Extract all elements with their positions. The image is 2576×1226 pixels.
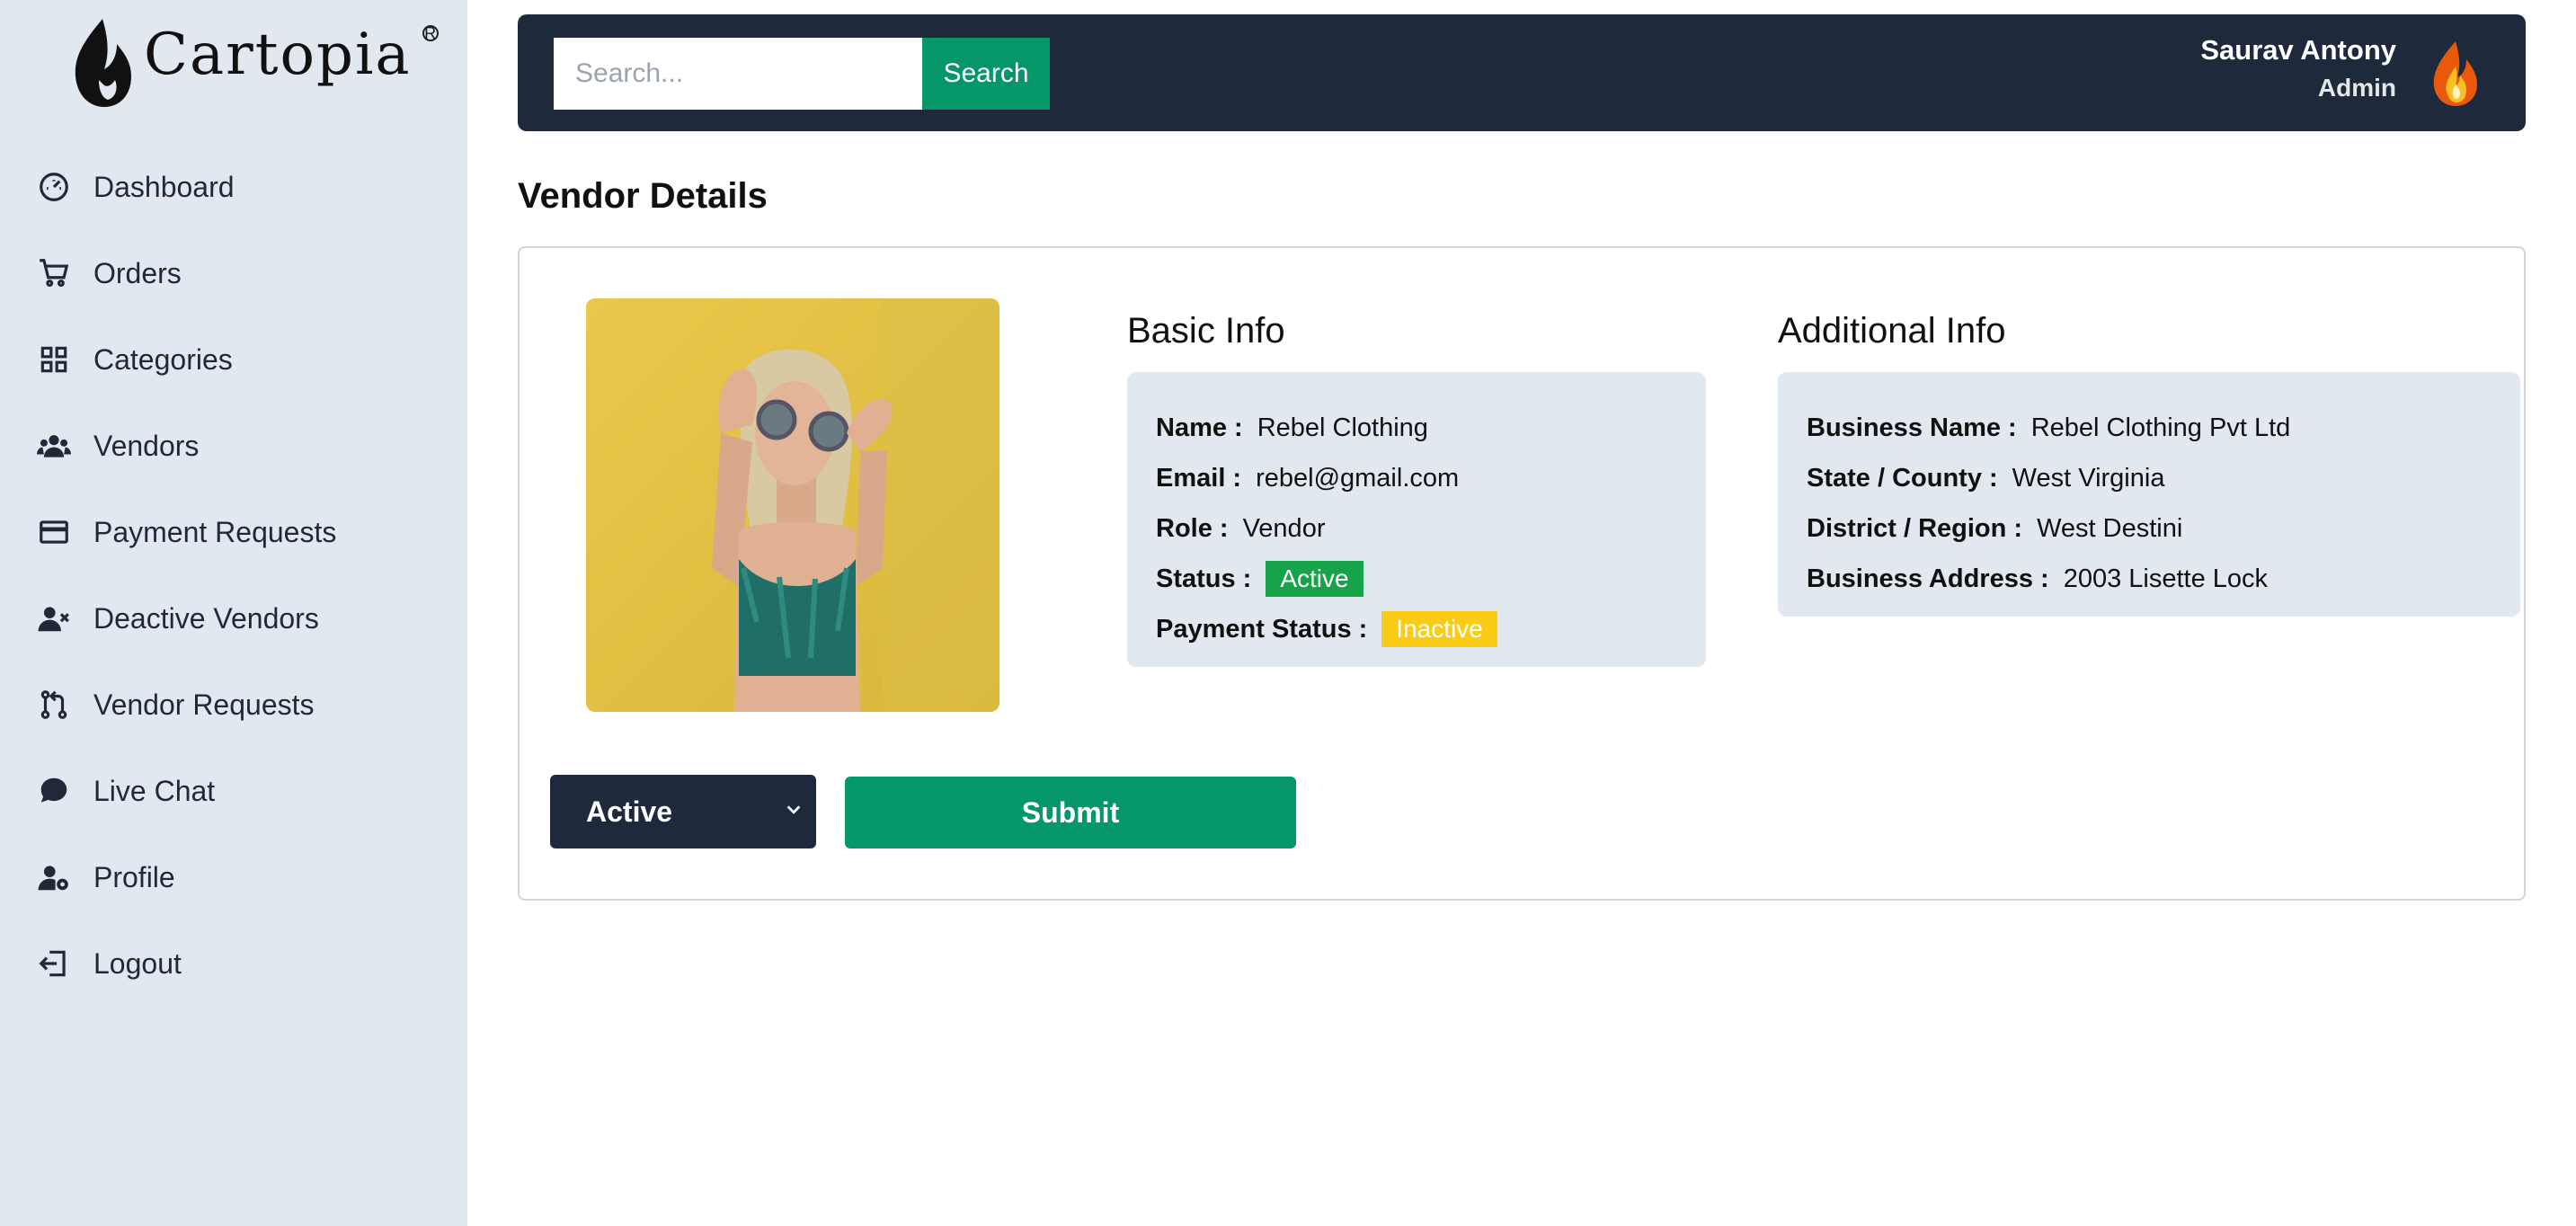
role-value: Vendor	[1242, 513, 1326, 543]
vendor-photo	[586, 298, 999, 712]
business-name-value: Rebel Clothing Pvt Ltd	[2030, 413, 2291, 442]
info-row-business-name: Business Name : Rebel Clothing Pvt Ltd	[1807, 403, 2492, 453]
additional-info-box: Business Name : Rebel Clothing Pvt Ltd S…	[1778, 372, 2520, 617]
sidebar-item-label: Logout	[93, 946, 182, 980]
search-input[interactable]	[554, 38, 922, 110]
search-button[interactable]: Search	[922, 38, 1050, 110]
gauge-icon	[36, 169, 72, 205]
status-select[interactable]: Active	[550, 775, 816, 848]
user-info: Saurav Antony Admin	[2200, 34, 2396, 102]
info-row-district: District / Region : West Destini	[1807, 503, 2492, 554]
name-label: Name :	[1156, 413, 1243, 442]
status-badge: Active	[1266, 561, 1364, 597]
info-row-status: Status : Active	[1156, 554, 1677, 604]
chevron-down-icon	[786, 805, 801, 814]
sidebar: Cartopia R Dashboard Orders Categories V…	[0, 0, 467, 1226]
sidebar-item-deactive-vendors[interactable]: Deactive Vendors	[0, 575, 467, 662]
page-title: Vendor Details	[518, 176, 768, 216]
git-pull-request-icon	[36, 687, 72, 723]
registered-mark: R	[422, 24, 439, 42]
flame-logo-icon	[75, 19, 131, 107]
info-row-email: Email : rebel@gmail.com	[1156, 453, 1677, 503]
vendor-card: Basic Info Name : Rebel Clothing Email :…	[518, 246, 2526, 901]
email-value: rebel@gmail.com	[1256, 463, 1460, 493]
sidebar-item-label: Payment Requests	[93, 515, 337, 548]
sidebar-item-vendor-requests[interactable]: Vendor Requests	[0, 662, 467, 748]
app-logo[interactable]: Cartopia R	[68, 16, 439, 111]
sidebar-item-payment-requests[interactable]: Payment Requests	[0, 489, 467, 575]
user-gear-icon	[36, 859, 72, 895]
user-name: Saurav Antony	[2200, 34, 2396, 66]
additional-info-title: Additional Info	[1778, 311, 2006, 351]
info-row-name: Name : Rebel Clothing	[1156, 403, 1677, 453]
sidebar-item-label: Deactive Vendors	[93, 601, 319, 635]
basic-info-box: Name : Rebel Clothing Email : rebel@gmai…	[1127, 372, 1706, 667]
email-label: Email :	[1156, 463, 1242, 493]
address-label: Business Address :	[1807, 564, 2049, 593]
sidebar-item-label: Profile	[93, 860, 175, 893]
payment-status-badge: Inactive	[1381, 611, 1497, 647]
sidebar-item-profile[interactable]: Profile	[0, 834, 467, 920]
info-row-payment-status: Payment Status : Inactive	[1156, 604, 1677, 654]
address-value: 2003 Lisette Lock	[2063, 564, 2269, 593]
submit-button[interactable]: Submit	[845, 777, 1296, 848]
sidebar-item-label: Categories	[93, 342, 233, 376]
sidebar-item-label: Dashboard	[93, 170, 235, 203]
basic-info-title: Basic Info	[1127, 311, 1285, 351]
app-name: Cartopia	[144, 22, 412, 88]
user-role: Admin	[2317, 74, 2396, 102]
info-row-address: Business Address : 2003 Lisette Lock	[1807, 554, 2492, 604]
sidebar-item-label: Orders	[93, 256, 182, 289]
sidebar-item-live-chat[interactable]: Live Chat	[0, 748, 467, 834]
sidebar-item-logout[interactable]: Logout	[0, 920, 467, 1007]
top-header: Search Saurav Antony Admin	[518, 14, 2526, 131]
info-row-role: Role : Vendor	[1156, 503, 1677, 554]
sidebar-item-orders[interactable]: Orders	[0, 230, 467, 316]
state-value: West Virginia	[2012, 463, 2165, 493]
role-label: Role :	[1156, 513, 1229, 543]
sidebar-item-vendors[interactable]: Vendors	[0, 403, 467, 489]
grid-icon	[36, 342, 72, 378]
logout-icon	[36, 946, 72, 982]
cart-icon	[36, 255, 72, 291]
payment-status-label: Payment Status :	[1156, 614, 1368, 644]
status-select-value: Active	[586, 795, 673, 828]
sidebar-item-categories[interactable]: Categories	[0, 316, 467, 403]
sidebar-item-label: Vendors	[93, 429, 200, 462]
chat-icon	[36, 773, 72, 809]
state-label: State / County :	[1807, 463, 1998, 493]
credit-card-icon	[36, 514, 72, 550]
flame-icon[interactable]	[2429, 40, 2483, 108]
district-value: West Destini	[2037, 513, 2183, 543]
business-name-label: Business Name :	[1807, 413, 2017, 442]
info-row-state: State / County : West Virginia	[1807, 453, 2492, 503]
sidebar-item-label: Vendor Requests	[93, 688, 315, 721]
sidebar-nav: Dashboard Orders Categories Vendors Paym…	[0, 144, 467, 1007]
status-label: Status :	[1156, 564, 1252, 593]
sidebar-item-dashboard[interactable]: Dashboard	[0, 144, 467, 230]
name-value: Rebel Clothing	[1257, 413, 1428, 442]
sidebar-item-label: Live Chat	[93, 774, 216, 807]
district-label: District / Region :	[1807, 513, 2023, 543]
user-x-icon	[36, 600, 72, 636]
users-icon	[36, 428, 72, 464]
